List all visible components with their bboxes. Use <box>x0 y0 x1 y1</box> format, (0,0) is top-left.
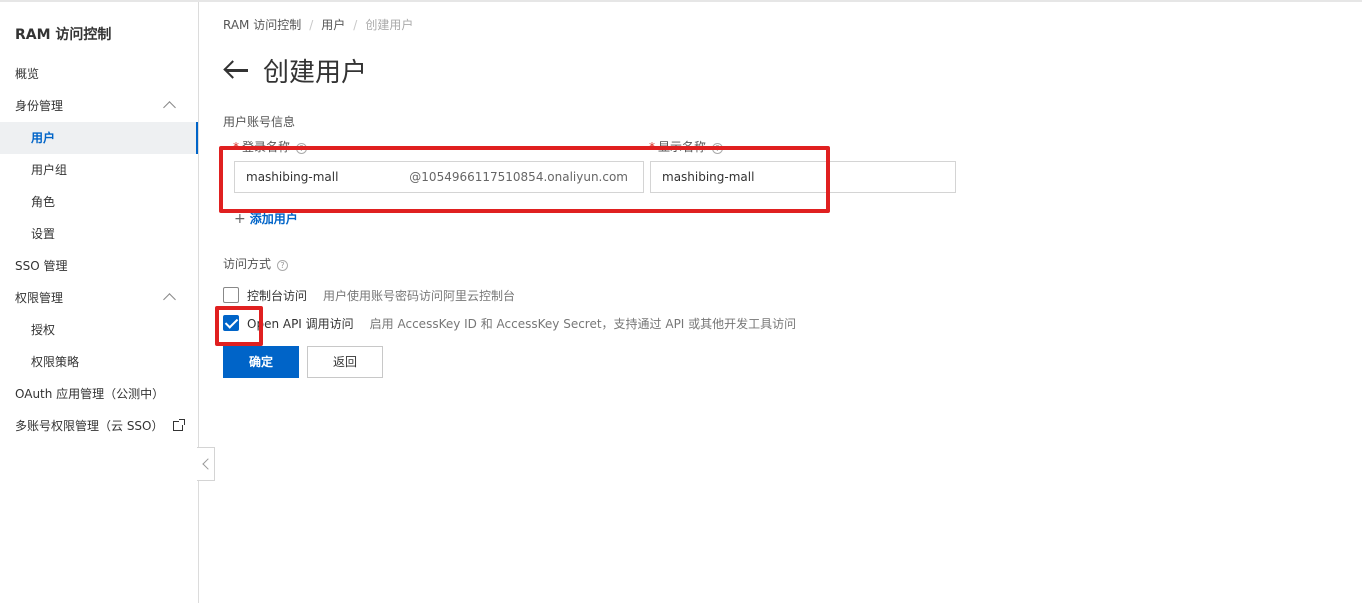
sidebar-item-label: 用户 <box>31 131 56 145</box>
api-access-row[interactable]: Open API 调用访问 启用 AccessKey ID 和 AccessKe… <box>223 314 796 332</box>
sidebar-item-label: 用户组 <box>31 163 68 177</box>
sidebar-item-label: 权限策略 <box>31 355 80 369</box>
plus-icon: + <box>234 211 246 227</box>
sidebar-item-oauth[interactable]: OAuth 应用管理（公测中） <box>0 378 198 410</box>
sidebar-group-identity[interactable]: 身份管理 <box>0 90 198 122</box>
breadcrumb-ram[interactable]: RAM 访问控制 <box>223 18 301 32</box>
sidebar-item-label: 授权 <box>31 323 56 337</box>
sidebar-item-users[interactable]: 用户 <box>0 122 198 154</box>
help-circle-icon[interactable]: ? <box>277 260 289 271</box>
api-access-description: 启用 AccessKey ID 和 AccessKey Secret，支持通过 … <box>369 316 797 331</box>
page-header: 创建用户 <box>223 52 367 88</box>
sidebar: RAM 访问控制 概览 身份管理 用户 用户组 角色 设置 SSO 管理 权限管… <box>0 2 199 603</box>
page-title: 创建用户 <box>263 57 368 88</box>
console-access-description: 用户使用账号密码访问阿里云控制台 <box>323 288 516 303</box>
sidebar-item-cloud-sso[interactable]: 多账号权限管理（云 SSO） <box>0 410 198 442</box>
sidebar-item-grants[interactable]: 授权 <box>0 314 198 346</box>
api-access-label: Open API 调用访问 <box>247 316 354 331</box>
chevron-up-icon <box>163 101 176 114</box>
sidebar-item-overview[interactable]: 概览 <box>0 58 198 90</box>
chevron-up-icon <box>163 293 176 306</box>
sidebar-group-permissions[interactable]: 权限管理 <box>0 282 198 314</box>
annotation-highlight-api-checkbox <box>215 306 263 346</box>
console-access-checkbox[interactable] <box>223 287 239 303</box>
confirm-button[interactable]: 确定 <box>223 346 299 378</box>
sidebar-item-label: OAuth 应用管理（公测中） <box>15 387 165 401</box>
breadcrumb-separator: / <box>353 18 358 32</box>
sidebar-item-label: 权限管理 <box>15 291 64 305</box>
sidebar-item-label: 概览 <box>15 67 40 81</box>
chevron-left-icon <box>202 458 214 470</box>
sidebar-item-label: SSO 管理 <box>15 259 68 273</box>
breadcrumb-users[interactable]: 用户 <box>321 18 345 32</box>
sidebar-item-label: 角色 <box>31 195 56 209</box>
sidebar-item-policies[interactable]: 权限策略 <box>0 346 198 378</box>
sidebar-item-label: 多账号权限管理（云 SSO） <box>15 419 164 433</box>
sidebar-item-label: 设置 <box>31 227 56 241</box>
breadcrumb-separator: / <box>309 18 314 32</box>
breadcrumb: RAM 访问控制 / 用户 / 创建用户 <box>223 16 413 33</box>
back-arrow-icon[interactable] <box>223 60 249 80</box>
back-button[interactable]: 返回 <box>307 346 383 378</box>
sidebar-item-user-groups[interactable]: 用户组 <box>0 154 198 186</box>
console-access-label: 控制台访问 <box>247 288 308 303</box>
top-divider <box>0 0 1362 2</box>
console-access-row[interactable]: 控制台访问 用户使用账号密码访问阿里云控制台 <box>223 286 515 304</box>
add-user-label: 添加用户 <box>249 212 298 226</box>
sidebar-item-roles[interactable]: 角色 <box>0 186 198 218</box>
sidebar-collapse-button[interactable] <box>197 447 215 481</box>
sidebar-title: RAM 访问控制 <box>15 27 112 43</box>
sidebar-item-sso[interactable]: SSO 管理 <box>0 250 198 282</box>
breadcrumb-current: 创建用户 <box>365 18 414 32</box>
annotation-highlight-names <box>219 146 830 213</box>
sidebar-item-label: 身份管理 <box>15 99 64 113</box>
access-method-label: 访问方式 <box>223 257 272 271</box>
access-method-wrap: 访问方式? <box>223 255 289 272</box>
section-account-info: 用户账号信息 <box>223 115 296 129</box>
external-link-icon <box>173 419 186 431</box>
sidebar-item-settings[interactable]: 设置 <box>0 218 198 250</box>
